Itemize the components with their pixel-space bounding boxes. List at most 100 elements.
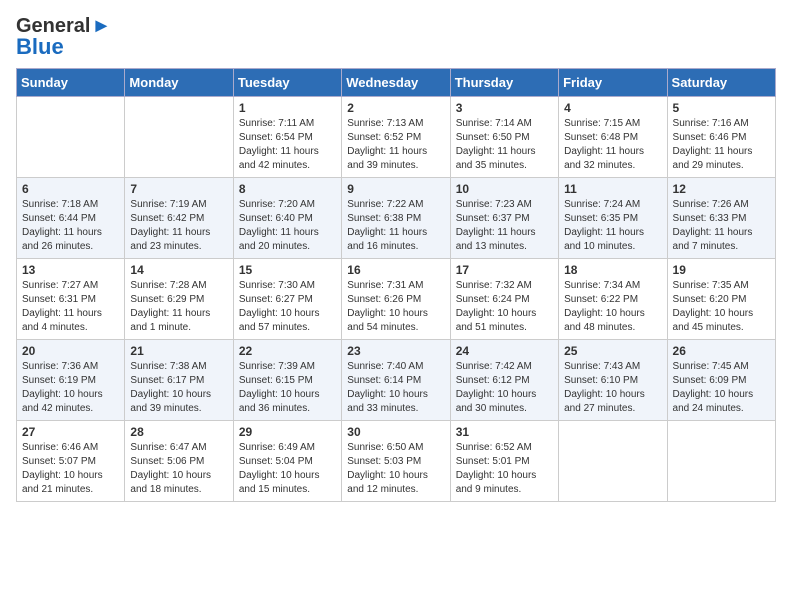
day-number: 3 [456, 101, 553, 115]
day-info: Sunrise: 7:45 AM Sunset: 6:09 PM Dayligh… [673, 360, 770, 416]
calendar-cell: 25 Sunrise: 7:43 AM Sunset: 6:10 PM Dayli… [559, 340, 667, 421]
weekday-header: Monday [125, 69, 233, 97]
day-number: 27 [22, 425, 119, 439]
day-info: Sunrise: 7:31 AM Sunset: 6:26 PM Dayligh… [347, 279, 444, 335]
page-header: General► Blue [16, 16, 776, 58]
day-info: Sunrise: 7:11 AM Sunset: 6:54 PM Dayligh… [239, 117, 336, 173]
calendar-cell: 13 Sunrise: 7:27 AM Sunset: 6:31 PM Dayli… [17, 259, 125, 340]
day-number: 24 [456, 344, 553, 358]
calendar-cell: 5Sunrise: 7:16 AM Sunset: 6:46 PM Daylig… [667, 97, 775, 178]
calendar-cell: 6 Sunrise: 7:18 AM Sunset: 6:44 PM Daylig… [17, 178, 125, 259]
calendar-cell: 30 Sunrise: 6:50 AM Sunset: 5:03 PM Dayli… [342, 421, 450, 502]
day-number: 28 [130, 425, 227, 439]
logo-blue-label: Blue [16, 34, 64, 59]
calendar-cell: 28 Sunrise: 6:47 AM Sunset: 5:06 PM Dayli… [125, 421, 233, 502]
day-number: 12 [673, 182, 770, 196]
calendar-cell: 12 Sunrise: 7:26 AM Sunset: 6:33 PM Dayli… [667, 178, 775, 259]
calendar-cell [17, 97, 125, 178]
day-info: Sunrise: 7:13 AM Sunset: 6:52 PM Dayligh… [347, 117, 444, 173]
calendar-week-row: 1 Sunrise: 7:11 AM Sunset: 6:54 PM Daylig… [17, 97, 776, 178]
weekday-header: Tuesday [233, 69, 341, 97]
logo-general-text: General [16, 16, 90, 36]
calendar-cell: 16 Sunrise: 7:31 AM Sunset: 6:26 PM Dayli… [342, 259, 450, 340]
weekday-header: Sunday [17, 69, 125, 97]
day-number: 21 [130, 344, 227, 358]
day-number: 4 [564, 101, 661, 115]
day-info: Sunrise: 7:26 AM Sunset: 6:33 PM Dayligh… [673, 198, 770, 254]
day-info: Sunrise: 7:24 AM Sunset: 6:35 PM Dayligh… [564, 198, 661, 254]
calendar-cell: 17Sunrise: 7:32 AM Sunset: 6:24 PM Dayli… [450, 259, 558, 340]
calendar-week-row: 6 Sunrise: 7:18 AM Sunset: 6:44 PM Daylig… [17, 178, 776, 259]
calendar-cell: 19 Sunrise: 7:35 AM Sunset: 6:20 PM Dayli… [667, 259, 775, 340]
day-info: Sunrise: 7:36 AM Sunset: 6:19 PM Dayligh… [22, 360, 119, 416]
logo: General► Blue [16, 16, 111, 58]
day-number: 2 [347, 101, 444, 115]
day-info: Sunrise: 7:28 AM Sunset: 6:29 PM Dayligh… [130, 279, 227, 335]
day-info: Sunrise: 6:49 AM Sunset: 5:04 PM Dayligh… [239, 441, 336, 497]
day-number: 10 [456, 182, 553, 196]
day-info: Sunrise: 7:27 AM Sunset: 6:31 PM Dayligh… [22, 279, 119, 335]
day-info: Sunrise: 7:42 AM Sunset: 6:12 PM Dayligh… [456, 360, 553, 416]
calendar-cell: 21 Sunrise: 7:38 AM Sunset: 6:17 PM Dayli… [125, 340, 233, 421]
day-info: Sunrise: 7:15 AM Sunset: 6:48 PM Dayligh… [564, 117, 661, 173]
day-info: Sunrise: 7:14 AM Sunset: 6:50 PM Dayligh… [456, 117, 553, 173]
calendar-week-row: 27 Sunrise: 6:46 AM Sunset: 5:07 PM Dayli… [17, 421, 776, 502]
day-number: 6 [22, 182, 119, 196]
header-row: SundayMondayTuesdayWednesdayThursdayFrid… [17, 69, 776, 97]
calendar-cell: 27 Sunrise: 6:46 AM Sunset: 5:07 PM Dayli… [17, 421, 125, 502]
calendar-cell: 7Sunrise: 7:19 AM Sunset: 6:42 PM Daylig… [125, 178, 233, 259]
day-info: Sunrise: 6:47 AM Sunset: 5:06 PM Dayligh… [130, 441, 227, 497]
calendar-table: SundayMondayTuesdayWednesdayThursdayFrid… [16, 68, 776, 502]
day-info: Sunrise: 7:20 AM Sunset: 6:40 PM Dayligh… [239, 198, 336, 254]
calendar-cell: 18 Sunrise: 7:34 AM Sunset: 6:22 PM Dayli… [559, 259, 667, 340]
day-number: 16 [347, 263, 444, 277]
day-number: 26 [673, 344, 770, 358]
weekday-header: Saturday [667, 69, 775, 97]
day-number: 30 [347, 425, 444, 439]
day-info: Sunrise: 7:30 AM Sunset: 6:27 PM Dayligh… [239, 279, 336, 335]
day-number: 19 [673, 263, 770, 277]
calendar-cell: 23 Sunrise: 7:40 AM Sunset: 6:14 PM Dayli… [342, 340, 450, 421]
calendar-cell: 14 Sunrise: 7:28 AM Sunset: 6:29 PM Dayli… [125, 259, 233, 340]
day-number: 29 [239, 425, 336, 439]
calendar-cell: 1 Sunrise: 7:11 AM Sunset: 6:54 PM Daylig… [233, 97, 341, 178]
day-info: Sunrise: 7:43 AM Sunset: 6:10 PM Dayligh… [564, 360, 661, 416]
day-number: 13 [22, 263, 119, 277]
day-info: Sunrise: 7:34 AM Sunset: 6:22 PM Dayligh… [564, 279, 661, 335]
logo-arrow: ► [91, 16, 111, 36]
day-info: Sunrise: 7:39 AM Sunset: 6:15 PM Dayligh… [239, 360, 336, 416]
calendar-cell [559, 421, 667, 502]
calendar-cell [667, 421, 775, 502]
day-info: Sunrise: 7:22 AM Sunset: 6:38 PM Dayligh… [347, 198, 444, 254]
day-number: 23 [347, 344, 444, 358]
day-number: 15 [239, 263, 336, 277]
day-number: 25 [564, 344, 661, 358]
calendar-cell: 11 Sunrise: 7:24 AM Sunset: 6:35 PM Dayli… [559, 178, 667, 259]
calendar-cell: 20Sunrise: 7:36 AM Sunset: 6:19 PM Dayli… [17, 340, 125, 421]
calendar-week-row: 20Sunrise: 7:36 AM Sunset: 6:19 PM Dayli… [17, 340, 776, 421]
day-number: 22 [239, 344, 336, 358]
day-info: Sunrise: 6:50 AM Sunset: 5:03 PM Dayligh… [347, 441, 444, 497]
day-number: 8 [239, 182, 336, 196]
day-info: Sunrise: 7:35 AM Sunset: 6:20 PM Dayligh… [673, 279, 770, 335]
day-info: Sunrise: 6:46 AM Sunset: 5:07 PM Dayligh… [22, 441, 119, 497]
calendar-cell: 2 Sunrise: 7:13 AM Sunset: 6:52 PM Daylig… [342, 97, 450, 178]
day-number: 1 [239, 101, 336, 115]
day-info: Sunrise: 7:38 AM Sunset: 6:17 PM Dayligh… [130, 360, 227, 416]
calendar-cell [125, 97, 233, 178]
calendar-cell: 10 Sunrise: 7:23 AM Sunset: 6:37 PM Dayli… [450, 178, 558, 259]
calendar-cell: 3 Sunrise: 7:14 AM Sunset: 6:50 PM Daylig… [450, 97, 558, 178]
day-info: Sunrise: 7:40 AM Sunset: 6:14 PM Dayligh… [347, 360, 444, 416]
weekday-header: Thursday [450, 69, 558, 97]
day-info: Sunrise: 7:18 AM Sunset: 6:44 PM Dayligh… [22, 198, 119, 254]
day-info: Sunrise: 7:16 AM Sunset: 6:46 PM Dayligh… [673, 117, 770, 173]
day-info: Sunrise: 6:52 AM Sunset: 5:01 PM Dayligh… [456, 441, 553, 497]
day-number: 18 [564, 263, 661, 277]
day-info: Sunrise: 7:23 AM Sunset: 6:37 PM Dayligh… [456, 198, 553, 254]
calendar-cell: 4 Sunrise: 7:15 AM Sunset: 6:48 PM Daylig… [559, 97, 667, 178]
calendar-cell: 24 Sunrise: 7:42 AM Sunset: 6:12 PM Dayli… [450, 340, 558, 421]
day-number: 14 [130, 263, 227, 277]
day-number: 11 [564, 182, 661, 196]
calendar-cell: 22 Sunrise: 7:39 AM Sunset: 6:15 PM Dayli… [233, 340, 341, 421]
calendar-cell: 26 Sunrise: 7:45 AM Sunset: 6:09 PM Dayli… [667, 340, 775, 421]
